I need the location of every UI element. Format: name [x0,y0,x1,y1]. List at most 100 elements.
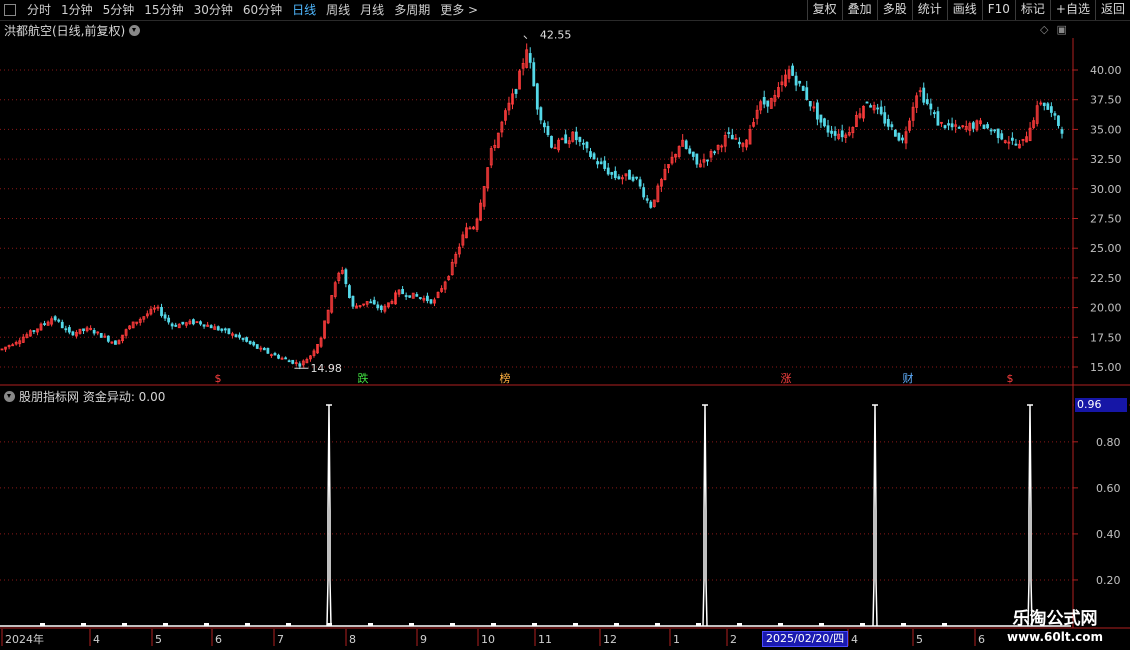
candle-body [585,141,589,149]
candle-body [546,125,550,136]
candle-body [599,161,603,165]
candle-body [890,124,894,128]
candle-body [564,134,568,144]
baseline-marker [860,623,865,626]
candle-body [865,101,869,104]
price-tick-label: 32.50 [1090,153,1122,166]
candle-body [794,75,798,86]
candle-body [43,323,46,325]
candle-body [642,187,646,198]
candle-body [344,269,348,285]
candle-body [1014,143,1018,146]
candle-body [737,141,741,145]
baseline-marker [81,623,86,626]
candle-body [893,129,897,137]
candle-body [266,347,270,354]
candle-body [971,122,975,129]
x-axis-label: 9 [420,633,427,646]
candle-body [798,80,802,84]
candle-body [766,100,770,107]
candle-body [628,169,631,180]
candle-body [706,159,709,162]
high-marker [523,35,528,40]
candle-body [1049,106,1053,113]
candle-body [71,331,75,336]
candle-body [801,85,805,91]
candle-body [192,319,195,325]
baseline-marker [409,623,414,626]
candle-body [606,167,610,175]
candle-body [199,321,202,325]
candle-body [216,326,220,331]
candle-body [404,295,408,297]
candle-body [815,102,819,120]
candle-body [574,131,578,141]
x-axis-label: 5 [155,633,162,646]
candle-body [277,354,280,359]
indicator-tick-label: 0.80 [1096,436,1121,449]
candle-body [649,201,653,208]
candle-body [840,130,844,138]
price-tick-label: 15.00 [1090,361,1122,374]
baseline-marker [614,623,619,626]
baseline-marker [901,623,906,626]
candle-body [53,316,57,321]
candle-body [376,304,380,309]
chart-canvas[interactable]: 40.00 37.50 35.00 32.50 30.00 27.50 25.00 22.50… [0,0,1130,650]
candle-body [791,65,794,76]
candle-body [1000,133,1004,140]
event-marker: 榜 [500,371,511,385]
candle-body [989,129,993,132]
candle-body [883,112,887,124]
candle-body [986,124,989,129]
candle-body [596,161,599,165]
candle-body [631,176,635,181]
candle-body [528,53,532,63]
price-tick-label: 37.50 [1090,94,1122,107]
indicator-spike [702,404,708,627]
baseline-marker [655,623,660,626]
indicator-tick-label: 0.20 [1096,574,1121,587]
candle-body [684,140,688,150]
candle-body [543,122,546,128]
candle-body [932,112,936,115]
candle-body [262,347,266,351]
baseline-marker [122,623,127,626]
candle-body [298,363,302,367]
watermark-url: www.60lt.com [1006,630,1104,644]
candle-body [535,83,539,110]
candle-body [929,103,933,110]
candle-body [1057,115,1060,126]
x-axis-label: 10 [481,633,495,646]
price-tick-label: 35.00 [1090,123,1122,136]
indicator-value-box: 0.96 [1075,398,1127,412]
price-tick-label: 40.00 [1090,64,1122,77]
x-axis-label: 8 [349,633,356,646]
candle-body [369,301,373,304]
candle-body [1053,113,1057,116]
event-marker: $ [215,372,222,385]
candle-body [713,151,716,154]
baseline-marker [778,623,783,626]
candle-body [943,125,947,129]
candle-body [957,126,961,129]
high-price-label: 42.55 [540,29,572,42]
baseline-marker [573,623,578,626]
x-axis-label: 4 [93,633,100,646]
candle-body [408,295,412,298]
candle-body [220,328,224,331]
baseline-marker [491,623,496,626]
baseline-marker [163,623,168,626]
candle-body [351,295,355,307]
candle-body [348,285,351,299]
candle-body [1010,137,1014,141]
price-tick-label: 25.00 [1090,242,1122,255]
candle-body [415,294,419,297]
price-tick-label: 20.00 [1090,302,1122,315]
price-tick-label: 30.00 [1090,183,1122,196]
candle-body [57,319,61,322]
event-marker: 跌 [358,371,369,385]
candle-body [819,114,823,123]
highlighted-date: 2025/02/20/四 [762,631,849,647]
candle-body [379,305,383,311]
